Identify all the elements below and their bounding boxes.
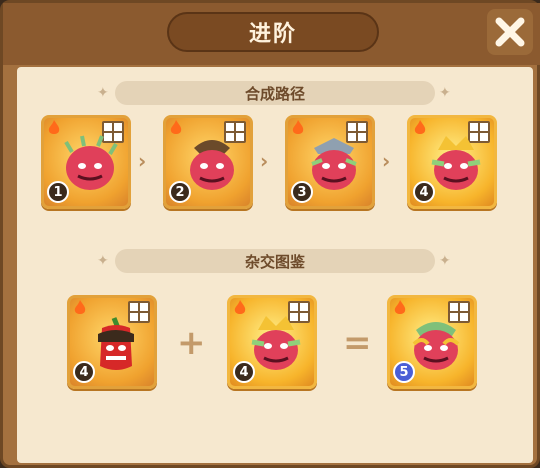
dragonfruit-portrait-4 (251, 316, 301, 370)
level-badge: 1 (47, 181, 69, 203)
chili-pepper-portrait (98, 317, 134, 370)
fire-element-icon (48, 120, 60, 134)
dragonfruit-portrait-2 (190, 140, 234, 190)
level-badge: 4 (413, 181, 435, 203)
dragonfruit-portrait-3 (311, 138, 357, 190)
close-icon (495, 17, 525, 47)
arrow-right-icon: › (382, 149, 391, 173)
dragonfruit-portrait-1 (64, 135, 118, 190)
hybrid-input-b[interactable]: 4 (227, 295, 317, 389)
ornament-icon: ✦ (97, 253, 109, 269)
evolution-card-2[interactable]: 2 (163, 115, 253, 209)
fire-element-icon (170, 120, 182, 134)
fire-element-icon (234, 300, 246, 314)
hybrid-result[interactable]: 5 (387, 295, 477, 389)
equals-sign: = (343, 323, 372, 363)
section-synthesis-path: 合成路径 (115, 81, 435, 105)
fire-element-icon (394, 300, 406, 314)
hybrid-input-a[interactable]: 4 (67, 295, 157, 389)
close-button[interactable] (487, 9, 533, 55)
fire-element-icon (292, 120, 304, 134)
evolution-card-3[interactable]: 3 (285, 115, 375, 209)
plus-sign: + (177, 323, 206, 363)
panel-title: 进阶 (167, 12, 379, 52)
hybrid-result-portrait (412, 322, 460, 370)
content-area: ✦ 合成路径 ✦ 1 › 2 › 3 › 4 ✦ 杂交图鉴 ✦ 4 + 4 = … (17, 67, 533, 463)
fire-element-icon (74, 300, 86, 314)
evolution-card-1[interactable]: 1 (41, 115, 131, 209)
level-badge: 2 (169, 181, 191, 203)
dragonfruit-portrait-4 (431, 136, 481, 190)
level-badge: 5 (393, 361, 415, 383)
level-badge: 4 (233, 361, 255, 383)
ornament-icon: ✦ (439, 253, 451, 269)
evolution-card-4[interactable]: 4 (407, 115, 497, 209)
arrow-right-icon: › (138, 149, 147, 173)
fire-element-icon (414, 120, 426, 134)
level-badge: 4 (73, 361, 95, 383)
arrow-right-icon: › (260, 149, 269, 173)
ornament-icon: ✦ (97, 85, 109, 101)
ornament-icon: ✦ (439, 85, 451, 101)
advance-panel: 进阶 ✦ 合成路径 ✦ 1 › 2 › 3 › 4 ✦ 杂交图鉴 ✦ 4 + 4… (0, 0, 540, 468)
level-badge: 3 (291, 181, 313, 203)
section-hybrid-codex: 杂交图鉴 (115, 249, 435, 273)
